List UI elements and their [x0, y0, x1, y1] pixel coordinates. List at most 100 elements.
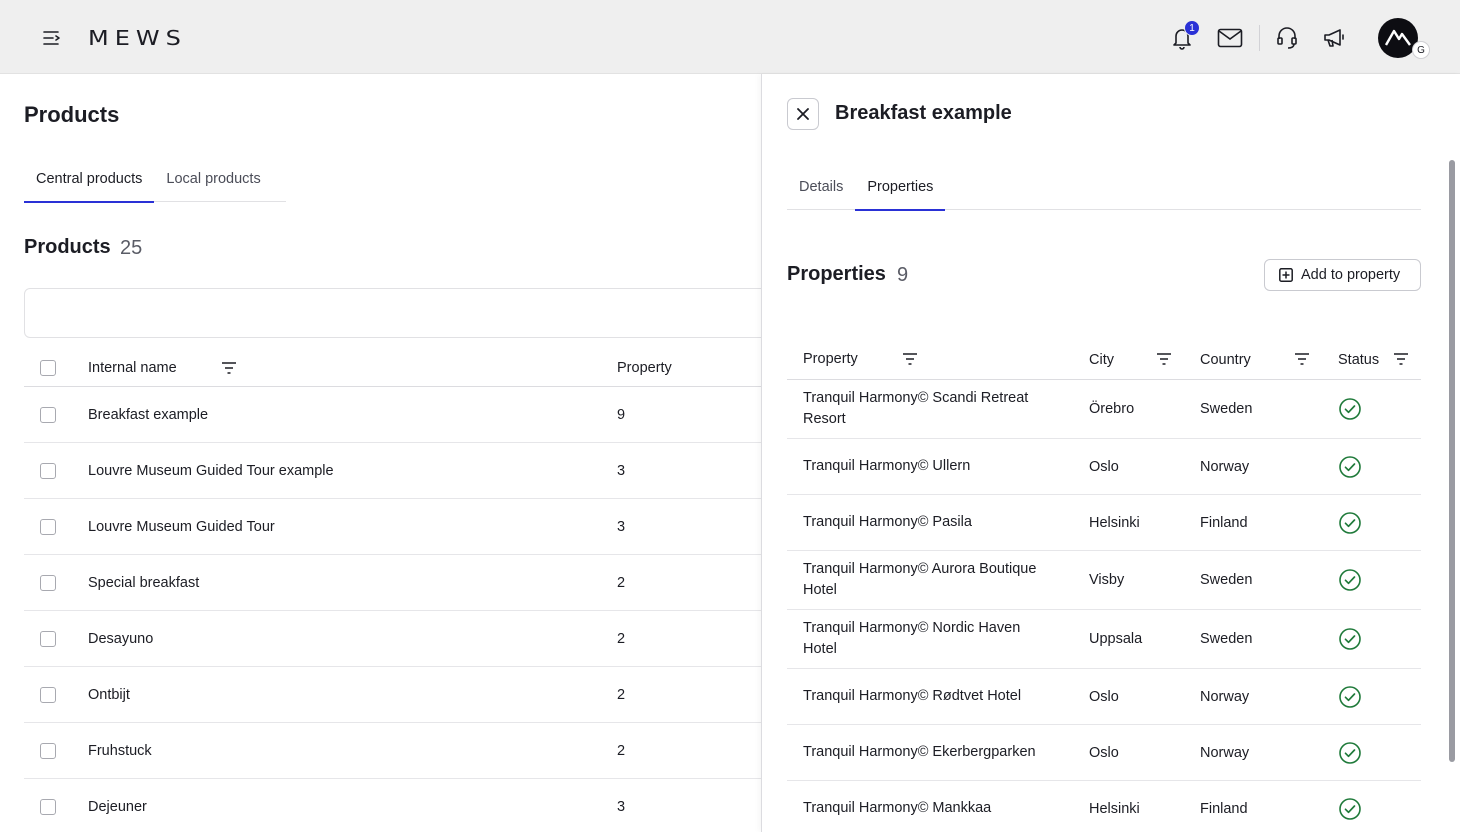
properties-table-header: Property City Country Status: [787, 340, 1421, 380]
table-row[interactable]: Dejeuner 3: [24, 779, 762, 832]
page-title: Products: [24, 102, 120, 127]
column-header-country[interactable]: Country: [1200, 340, 1251, 379]
row-checkbox[interactable]: [40, 743, 56, 759]
table-row[interactable]: Tranquil Harmony© Mankkaa Helsinki Finland: [787, 781, 1421, 832]
megaphone-icon[interactable]: [1321, 24, 1349, 52]
property-city: Uppsala: [1089, 631, 1143, 647]
headset-icon[interactable]: [1273, 24, 1301, 52]
select-all-checkbox[interactable]: [40, 360, 56, 376]
property-name: Tranquil Harmony© Scandi Retreat Resort: [803, 390, 1029, 427]
add-to-property-button[interactable]: Add to property: [1264, 259, 1421, 291]
column-header-internal-name[interactable]: Internal name: [88, 348, 177, 388]
table-row[interactable]: Desayuno 2: [24, 611, 762, 667]
status-check-icon: [1338, 551, 1362, 609]
property-country: Sweden: [1200, 401, 1253, 417]
row-checkbox[interactable]: [40, 687, 56, 703]
row-checkbox[interactable]: [40, 799, 56, 815]
products-count: 25: [120, 237, 143, 259]
property-city: Helsinki: [1089, 514, 1140, 531]
panel-tabs: Details Properties: [787, 166, 1421, 211]
property-country: Finland: [1200, 514, 1248, 531]
status-check-icon: [1338, 495, 1362, 550]
product-internal-name: Fruhstuck: [88, 743, 152, 759]
tab-properties[interactable]: Properties: [855, 166, 946, 211]
table-row[interactable]: Tranquil Harmony© Ullern Oslo Norway: [787, 439, 1421, 495]
property-name: Tranquil Harmony© Pasila: [803, 514, 972, 530]
column-header-property[interactable]: Property: [617, 348, 672, 388]
product-internal-name: Dejeuner: [88, 799, 147, 815]
property-city: Örebro: [1089, 401, 1135, 417]
panel-title: Breakfast example: [835, 102, 1012, 124]
properties-count: 9: [897, 264, 909, 286]
filter-icon[interactable]: [1157, 353, 1171, 369]
column-header-status[interactable]: Status: [1338, 340, 1379, 379]
filter-icon[interactable]: [903, 353, 917, 369]
properties-table: Property City Country Status Tranquil Ha…: [787, 340, 1421, 832]
status-check-icon: [1338, 380, 1362, 438]
search-filter-bar[interactable]: [24, 288, 762, 338]
row-checkbox[interactable]: [40, 575, 56, 591]
topbar-divider: [1259, 25, 1260, 51]
table-row[interactable]: Fruhstuck 2: [24, 723, 762, 779]
table-row[interactable]: Louvre Museum Guided Tour 3: [24, 499, 762, 555]
products-table: Internal name Property Breakfast example…: [24, 348, 762, 832]
property-name: Tranquil Harmony© Mankkaa: [803, 800, 992, 816]
column-header-property[interactable]: Property: [803, 340, 1053, 379]
plus-square-icon: [1279, 268, 1293, 282]
menu-icon[interactable]: [40, 27, 64, 49]
top-bar: MEWS 1 G: [0, 0, 1460, 74]
avatar-initial-badge: G: [1412, 41, 1430, 59]
status-check-icon: [1338, 725, 1362, 780]
property-name: Tranquil Harmony© Ullern: [803, 458, 971, 474]
status-check-icon: [1338, 439, 1362, 494]
property-country: Norway: [1200, 688, 1250, 705]
property-city: Oslo: [1089, 458, 1119, 475]
table-row[interactable]: Louvre Museum Guided Tour example 3: [24, 443, 762, 499]
table-row[interactable]: Tranquil Harmony© Rødtvet Hotel Oslo Norwa…: [787, 669, 1421, 725]
product-internal-name: Louvre Museum Guided Tour example: [88, 463, 334, 479]
property-name: Tranquil Harmony© Rødtvet Hotel: [803, 688, 1022, 704]
tab-local-products[interactable]: Local products: [154, 158, 272, 202]
filter-icon[interactable]: [222, 361, 236, 379]
column-header-city[interactable]: City: [1089, 340, 1114, 379]
product-property-count: 2: [617, 743, 626, 759]
status-check-icon: [1338, 610, 1362, 668]
row-checkbox[interactable]: [40, 519, 56, 535]
mail-icon[interactable]: [1216, 24, 1244, 52]
tab-central-products[interactable]: Central products: [24, 158, 155, 203]
add-to-property-label: Add to property: [1301, 267, 1401, 283]
properties-heading: Properties: [787, 263, 886, 285]
property-country: Norway: [1200, 744, 1250, 761]
property-name: Tranquil Harmony© Aurora Boutique Hotel: [803, 561, 1037, 598]
table-row[interactable]: Tranquil Harmony© Scandi Retreat Resort Ö…: [787, 380, 1421, 439]
filter-icon[interactable]: [1295, 353, 1309, 369]
row-checkbox[interactable]: [40, 407, 56, 423]
tab-details[interactable]: Details: [787, 166, 855, 210]
table-row[interactable]: Tranquil Harmony© Nordic Haven Hotel Upps…: [787, 610, 1421, 669]
mews-logo[interactable]: MEWS: [88, 26, 187, 50]
table-row[interactable]: Tranquil Harmony© Ekerbergparken Oslo Norw…: [787, 725, 1421, 781]
product-property-count: 2: [617, 575, 626, 591]
product-detail-panel: Breakfast example Details Properties Pro…: [761, 74, 1460, 832]
table-row[interactable]: Tranquil Harmony© Pasila Helsinki Finland: [787, 495, 1421, 551]
property-country: Finland: [1200, 800, 1248, 817]
status-check-icon: [1338, 781, 1362, 832]
property-country: Sweden: [1200, 631, 1253, 647]
property-country: Norway: [1200, 458, 1250, 475]
status-check-icon: [1338, 669, 1362, 724]
table-row[interactable]: Tranquil Harmony© Aurora Boutique Hotel V…: [787, 551, 1421, 610]
table-row[interactable]: Breakfast example 9: [24, 387, 762, 443]
close-panel-button[interactable]: [787, 98, 819, 130]
product-internal-name: Ontbijt: [88, 687, 130, 703]
property-name: Tranquil Harmony© Ekerbergparken: [803, 744, 1036, 760]
row-checkbox[interactable]: [40, 631, 56, 647]
products-table-header: Internal name Property: [24, 348, 762, 387]
product-internal-name: Louvre Museum Guided Tour: [88, 519, 275, 535]
filter-icon[interactable]: [1394, 353, 1408, 369]
product-property-count: 3: [617, 519, 626, 535]
product-property-count: 3: [617, 799, 626, 815]
table-row[interactable]: Special breakfast 2: [24, 555, 762, 611]
row-checkbox[interactable]: [40, 463, 56, 479]
table-row[interactable]: Ontbijt 2: [24, 667, 762, 723]
panel-scrollbar[interactable]: [1449, 160, 1455, 762]
